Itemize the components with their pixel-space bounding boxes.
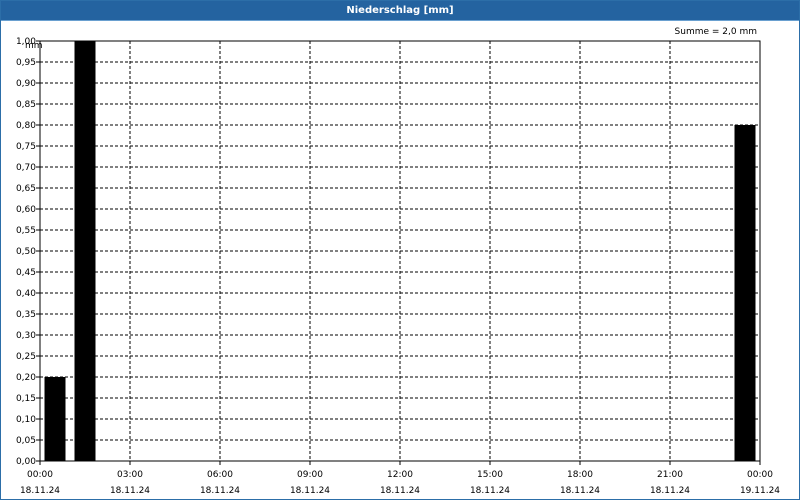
x-tick-label-date: 18.11.24 (380, 486, 420, 496)
precipitation-bar (74, 41, 96, 461)
y-tick-label: 0,55 (16, 226, 36, 236)
y-tick-label: 0,75 (16, 142, 36, 152)
y-tick-label: 0,85 (16, 100, 36, 110)
x-tick-label-time: 03:00 (117, 470, 143, 480)
y-tick-label: 0,05 (16, 436, 36, 446)
x-tick-label-date: 19.11.24 (740, 486, 780, 496)
y-tick-label: 0,90 (16, 79, 36, 89)
y-tick-label: 0,25 (16, 352, 36, 362)
y-tick-label: 0,50 (16, 247, 36, 257)
y-tick-label: 0,40 (16, 289, 36, 299)
precipitation-chart: 0,00 0,05 0,10 0,15 0,20 0,25 0,30 0,35 0,40 0,45… (16, 37, 780, 496)
y-tick-label: 0,20 (16, 373, 36, 383)
x-tick-label-date: 18.11.24 (650, 486, 690, 496)
y-tick-label: 0,95 (16, 58, 36, 68)
y-tick-label: 0,30 (16, 331, 36, 341)
y-tick-label: 0,65 (16, 184, 36, 194)
x-tick-label-time: 21:00 (657, 470, 683, 480)
x-tick-label-date: 18.11.24 (290, 486, 330, 496)
y-tick-label: 0,35 (16, 310, 36, 320)
y-tick-label: 0,70 (16, 163, 36, 173)
y-tick-label: 1,00 (16, 37, 36, 47)
x-tick-label-time: 12:00 (387, 470, 413, 480)
y-tick-label: 0,15 (16, 394, 36, 404)
x-tick-label-date: 18.11.24 (470, 486, 510, 496)
y-tick-label: 0,80 (16, 121, 36, 131)
precipitation-bar (44, 377, 66, 461)
x-tick-label-date: 18.11.24 (200, 486, 240, 496)
x-tick-label-time: 00:00 (747, 470, 773, 480)
x-tick-label-time: 06:00 (207, 470, 233, 480)
x-tick-label-time: 09:00 (297, 470, 323, 480)
y-tick-label: 0,60 (16, 205, 36, 215)
x-tick-label-time: 15:00 (477, 470, 503, 480)
x-tick-label-time: 18:00 (567, 470, 593, 480)
x-tick-label-date: 18.11.24 (20, 486, 60, 496)
x-tick-label-date: 18.11.24 (560, 486, 600, 496)
y-tick-label: 0,45 (16, 268, 36, 278)
x-tick-label-time: 00:00 (27, 470, 53, 480)
x-tick-label-date: 18.11.24 (110, 486, 150, 496)
y-tick-label: 0,10 (16, 415, 36, 425)
chart-window: Niederschlag [mm] Summe = 2,0 mm mm 0,00… (0, 0, 800, 500)
y-tick-label: 0,00 (16, 457, 36, 467)
precipitation-bar (734, 125, 756, 461)
